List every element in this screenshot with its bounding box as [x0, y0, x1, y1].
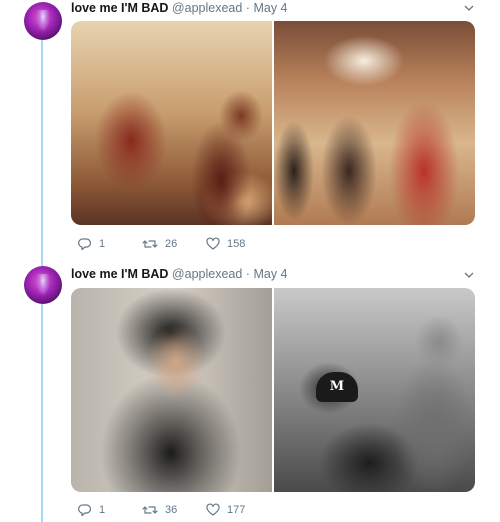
like-icon: [206, 237, 220, 251]
media-grid: [71, 21, 475, 225]
retweet-button[interactable]: 36: [142, 503, 206, 517]
tweet-header: love me I'M BAD @applexead · May 4: [71, 267, 288, 281]
avatar[interactable]: [24, 2, 62, 40]
photo[interactable]: [71, 21, 272, 225]
separator: ·: [245, 267, 250, 281]
retweet-count: 36: [165, 504, 178, 516]
cap-logo: M: [316, 372, 358, 402]
author-name[interactable]: love me I'M BAD: [71, 1, 168, 15]
media-grid: M: [71, 288, 475, 492]
author-handle[interactable]: @applexead: [172, 1, 242, 15]
tweet-header: love me I'M BAD @applexead · May 4: [71, 1, 288, 15]
reply-button[interactable]: 1: [78, 503, 142, 517]
retweet-button[interactable]: 26: [142, 237, 206, 251]
like-icon: [206, 503, 220, 517]
like-button[interactable]: 158: [206, 237, 270, 251]
like-count: 158: [227, 238, 246, 250]
like-button[interactable]: 177: [206, 503, 270, 517]
retweet-count: 26: [165, 238, 178, 250]
author-name[interactable]: love me I'M BAD: [71, 267, 168, 281]
author-handle[interactable]: @applexead: [172, 267, 242, 281]
chevron-down-icon[interactable]: [464, 3, 474, 13]
reply-count: 1: [99, 504, 106, 516]
photo[interactable]: [71, 288, 272, 492]
tweet-date[interactable]: May 4: [253, 1, 287, 15]
separator: ·: [245, 1, 250, 15]
avatar[interactable]: [24, 266, 62, 304]
tweet-actions: 1 26 158: [78, 236, 270, 252]
reply-icon: [78, 503, 92, 517]
chevron-down-icon[interactable]: [464, 270, 474, 280]
retweet-icon: [142, 237, 158, 251]
photo[interactable]: M: [274, 288, 475, 492]
reply-button[interactable]: 1: [78, 237, 142, 251]
reply-count: 1: [99, 238, 106, 250]
like-count: 177: [227, 504, 246, 516]
photo[interactable]: [274, 21, 475, 225]
tweet-date[interactable]: May 4: [253, 267, 287, 281]
reply-icon: [78, 237, 92, 251]
retweet-icon: [142, 503, 158, 517]
tweet-actions: 1 36 177: [78, 502, 270, 518]
cap-letter: M: [329, 379, 345, 394]
